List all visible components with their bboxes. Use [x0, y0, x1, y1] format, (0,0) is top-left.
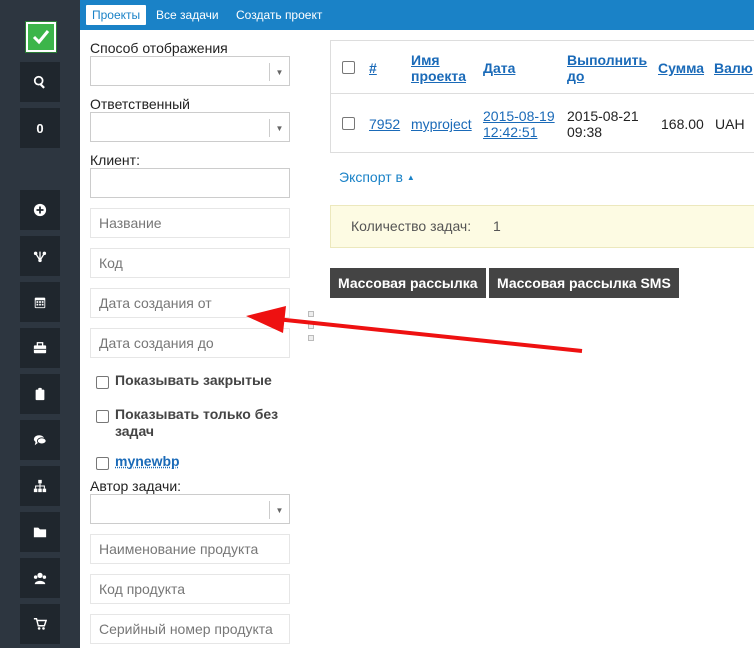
- bp-checkbox[interactable]: [96, 457, 109, 470]
- row-due: 2015-08-21 09:38: [567, 108, 639, 140]
- select-all-checkbox[interactable]: [342, 61, 355, 74]
- branch-icon[interactable]: [20, 236, 60, 276]
- column-header-due[interactable]: Выполнить до: [567, 52, 647, 84]
- row-due-line1: 2015-08-21: [567, 108, 639, 124]
- show-without-tasks-line1: Показывать только без: [115, 406, 279, 422]
- show-without-tasks-checkbox[interactable]: [96, 410, 109, 423]
- caret-up-icon: ▲: [406, 173, 415, 182]
- clipboard-icon[interactable]: [20, 374, 60, 414]
- chevron-down-icon: ▼: [269, 119, 289, 137]
- folder-icon[interactable]: [20, 512, 60, 552]
- column-header-name-line1: Имя: [411, 52, 440, 68]
- responsible-select[interactable]: ▼: [90, 112, 290, 142]
- show-without-tasks-line2: задач: [115, 423, 155, 439]
- logo-checkmark-icon[interactable]: [25, 21, 57, 53]
- display-mode-label: Способ отображения: [90, 40, 228, 56]
- row-date-link[interactable]: 2015-08-19 12:42:51: [483, 108, 555, 140]
- sitemap-icon[interactable]: [20, 466, 60, 506]
- splitter-handle-dot[interactable]: [308, 335, 314, 341]
- tab-all-tasks[interactable]: Все задачи: [150, 5, 225, 25]
- projects-table: # Имя проекта Дата Выполнить до Сумма Ва…: [330, 40, 754, 153]
- client-label: Клиент:: [90, 152, 140, 168]
- created-from-input[interactable]: Дата создания от: [90, 288, 290, 318]
- client-input[interactable]: [90, 168, 290, 198]
- row-sum: 168.00: [661, 116, 704, 132]
- tab-projects[interactable]: Проекты: [86, 5, 147, 25]
- row-date-line1: 2015-08-19: [483, 108, 555, 124]
- row-date-line2: 12:42:51: [483, 124, 538, 140]
- mass-mail-button[interactable]: Массовая рассылка: [330, 268, 486, 298]
- column-header-id[interactable]: #: [369, 60, 377, 76]
- cart-icon[interactable]: [20, 604, 60, 644]
- serial-number-input[interactable]: Серийный номер продукта: [90, 614, 290, 644]
- counter-badge[interactable]: 0: [20, 108, 60, 148]
- top-navigation: Проекты Все задачи Создать проект: [80, 0, 754, 30]
- annotation-arrow-shaft: [275, 317, 583, 353]
- summary-panel: Количество задач: 1: [330, 205, 754, 248]
- column-header-date[interactable]: Дата: [483, 60, 515, 76]
- counter-value: 0: [36, 120, 44, 136]
- row-checkbox[interactable]: [342, 117, 355, 130]
- show-closed-checkbox[interactable]: [96, 376, 109, 389]
- row-project-link[interactable]: myproject: [411, 116, 472, 132]
- calendar-icon[interactable]: [20, 282, 60, 322]
- task-count-label: Количество задач:: [351, 218, 472, 234]
- author-label: Автор задачи:: [90, 478, 182, 494]
- plus-circle-icon[interactable]: [20, 190, 60, 230]
- task-count-value: 1: [493, 218, 501, 234]
- row-due-line2: 09:38: [567, 124, 603, 140]
- splitter-handle-dot[interactable]: [308, 311, 314, 317]
- briefcase-icon[interactable]: [20, 328, 60, 368]
- display-mode-select[interactable]: ▼: [90, 56, 290, 86]
- column-header-currency[interactable]: Валю: [714, 60, 753, 76]
- responsible-label: Ответственный: [90, 96, 190, 112]
- column-header-sum[interactable]: Сумма: [658, 60, 704, 76]
- comments-icon[interactable]: [20, 420, 60, 460]
- row-id-link[interactable]: 7952: [369, 116, 400, 132]
- bp-label[interactable]: mynewbp: [115, 453, 180, 470]
- show-without-tasks-label[interactable]: Показывать только без задач: [115, 406, 278, 440]
- mass-sms-button[interactable]: Массовая рассылка SMS: [489, 268, 679, 298]
- column-header-name[interactable]: Имя проекта: [411, 52, 466, 84]
- show-closed-label[interactable]: Показывать закрытые: [115, 372, 272, 389]
- column-header-due-line2: до: [567, 68, 585, 84]
- column-header-name-line2: проекта: [411, 68, 466, 84]
- product-name-input[interactable]: Наименование продукта: [90, 534, 290, 564]
- chevron-down-icon: ▼: [269, 501, 289, 519]
- tab-create-project[interactable]: Создать проект: [230, 5, 328, 25]
- users-icon[interactable]: [20, 558, 60, 598]
- export-dropdown[interactable]: Экспорт в ▲: [339, 169, 415, 185]
- splitter-handle-dot[interactable]: [308, 323, 314, 329]
- export-label: Экспорт в: [339, 169, 403, 185]
- search-icon[interactable]: [20, 62, 60, 102]
- name-filter-input[interactable]: Название: [90, 208, 290, 238]
- bp-link[interactable]: mynewbp: [115, 453, 180, 469]
- created-to-input[interactable]: Дата создания до: [90, 328, 290, 358]
- product-code-input[interactable]: Код продукта: [90, 574, 290, 604]
- chevron-down-icon: ▼: [269, 63, 289, 81]
- code-filter-input[interactable]: Код: [90, 248, 290, 278]
- author-select[interactable]: ▼: [90, 494, 290, 524]
- row-currency: UAH: [715, 116, 745, 132]
- table-divider: [331, 93, 754, 94]
- column-header-due-line1: Выполнить: [567, 52, 648, 68]
- left-sidebar: 0: [0, 0, 80, 648]
